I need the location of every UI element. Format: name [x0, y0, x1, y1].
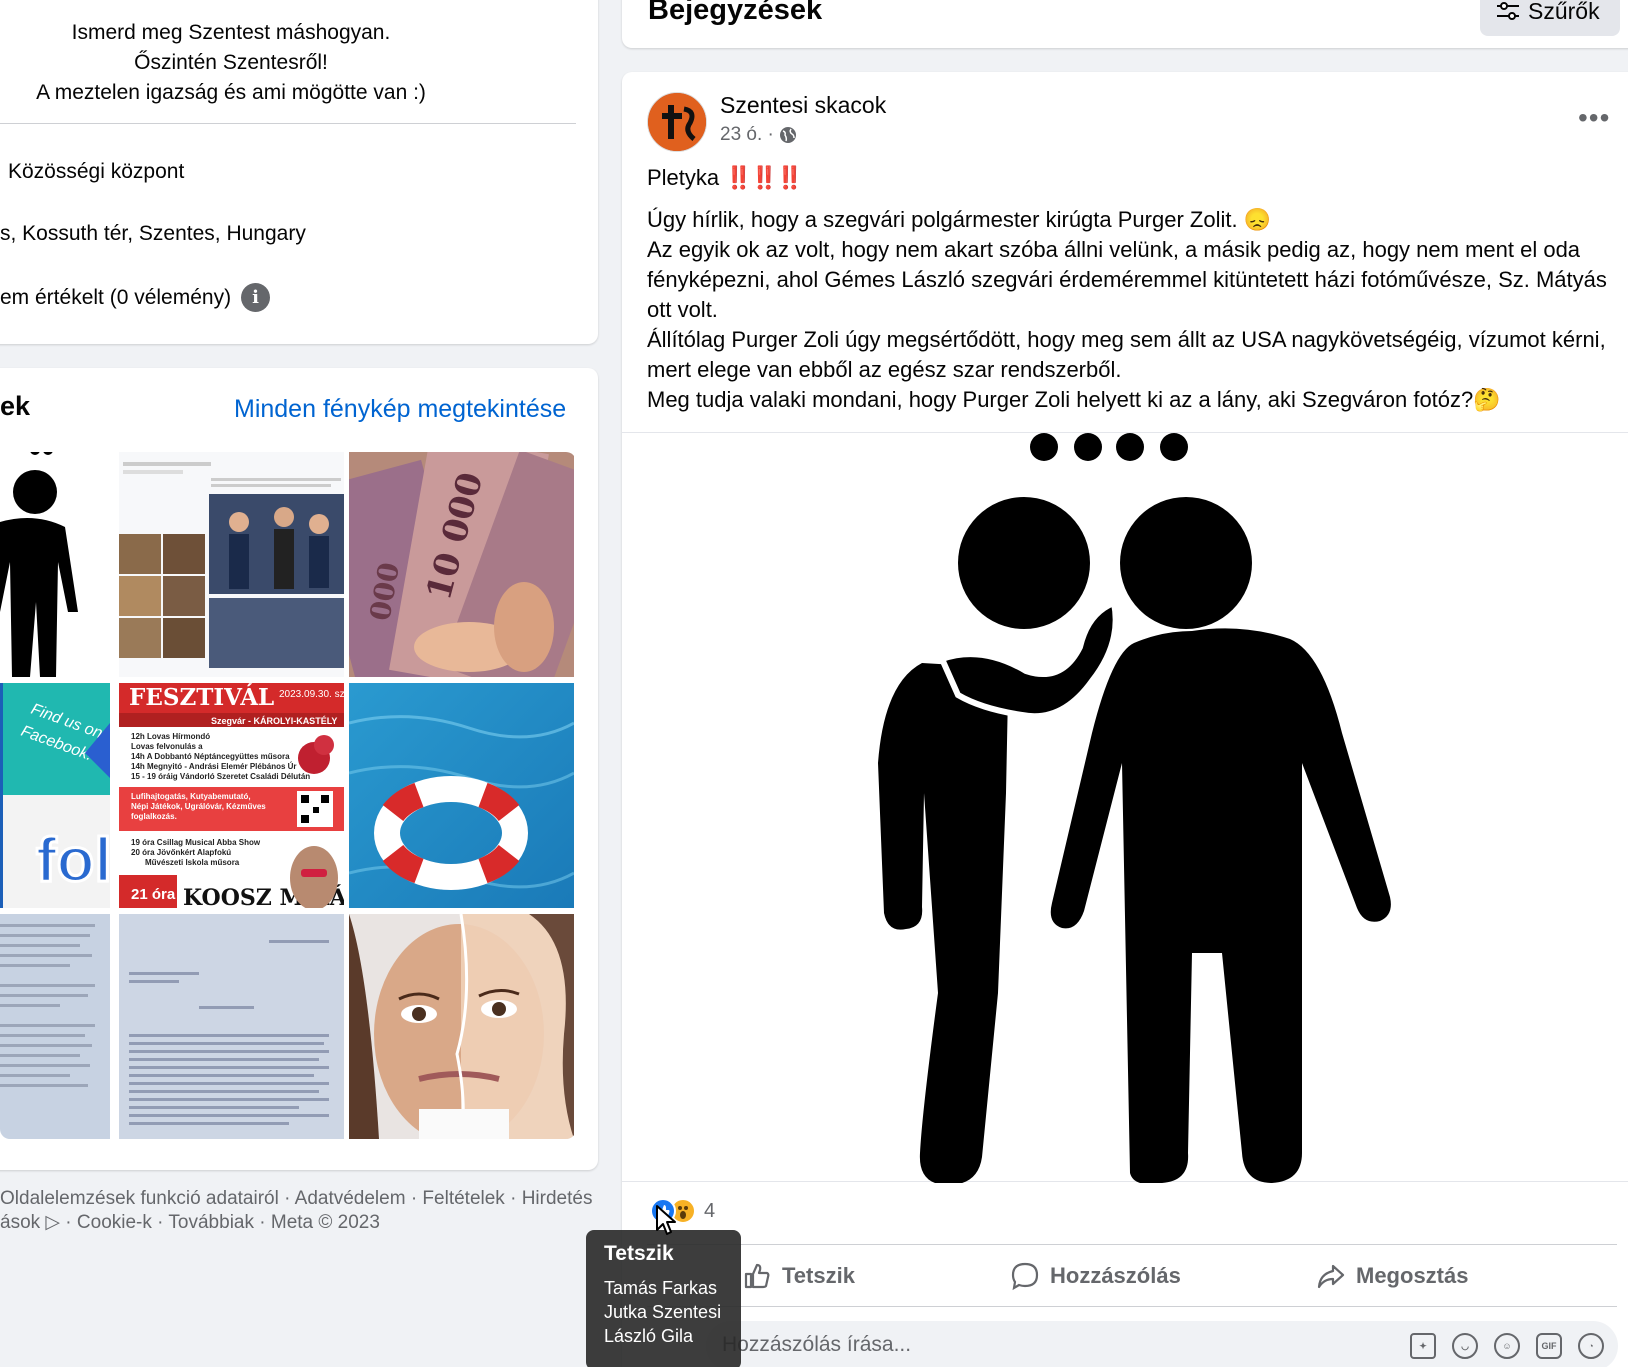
mouse-cursor-icon [656, 1205, 676, 1235]
page-bio: Ismerd meg Szentest máshogyan. Őszintén … [0, 18, 462, 108]
bio-line: Őszintén Szentesről! [134, 51, 328, 74]
address-label: s, Kossuth tér, Szentes, Hungary [0, 222, 306, 245]
bio-line: Ismerd meg Szentest máshogyan. [71, 21, 391, 44]
post-text: Pletyka ‼️‼️‼️ Úgy hírlik, hogy a szegvá… [647, 163, 1617, 415]
whispering-figures-image [878, 433, 1391, 1185]
like-button[interactable]: Tetszik [742, 1255, 855, 1297]
facebook-tile-follow: foll [36, 826, 110, 895]
post-paragraph: Meg tudja valaki mondani, hogy Purger Zo… [647, 387, 1501, 412]
thumbs-up-icon [744, 1263, 770, 1289]
photo-post-collage[interactable] [119, 452, 344, 677]
more-options-icon[interactable]: ••• [1578, 102, 1610, 134]
poster-line: 14h A Dobbantó Néptáncegyüttes műsora [131, 752, 290, 761]
poster-line: 19 óra Csillag Musical Abba Show [131, 838, 261, 847]
photo-grid: 10 000 000 Find us on Facebook! foll FES… [0, 452, 576, 1139]
post-author[interactable]: Szentesi skacok [720, 92, 886, 119]
reactions-tooltip: Tetszik Tamás Farkas Jutka Szentesi Lász… [586, 1230, 741, 1367]
rating-label: em értékelt (0 vélemény) [0, 285, 232, 309]
sticker-face-icon[interactable]: ◔ [1578, 1333, 1604, 1359]
poster-line: Népi Játékok, Ugrálóvár, Kézműves [131, 802, 266, 811]
photo-document-2[interactable] [119, 914, 344, 1139]
poster-line: 20 óra Jövőnkért Alapfokú [131, 848, 231, 857]
post-headline: Pletyka [647, 165, 720, 190]
gif-icon[interactable]: GIF [1536, 1333, 1562, 1359]
filters-label: Szűrők [1528, 0, 1600, 24]
tooltip-name: Jutka Szentesi [604, 1302, 722, 1322]
share-arrow-icon [1317, 1264, 1345, 1289]
comment-placeholder[interactable]: Hozzászólás írása... [722, 1333, 911, 1357]
photo-find-us-facebook[interactable]: Find us on Facebook! foll [0, 683, 110, 908]
reaction-count[interactable]: 4 [704, 1200, 715, 1223]
photo-banknotes[interactable]: 10 000 000 [349, 452, 574, 677]
double-exclamation-icons: ‼️‼️‼️ [725, 165, 803, 190]
footer-links[interactable]: Oldalelemzések funkció adatairól · Adatv… [0, 1187, 600, 1235]
post-time[interactable]: 23 ó. · [720, 124, 774, 146]
bio-line: A meztelen igazság és ami mögötte van :) [36, 81, 426, 104]
globe-icon [779, 127, 796, 143]
poster-bottom-time: 21 óra [131, 886, 176, 903]
divider [647, 1306, 1617, 1307]
rating-row: em értékelt (0 vélemény) i [0, 283, 271, 312]
poster-line: 14h Megnyitó - Andrási Elemér Plébános Ú… [131, 762, 297, 771]
post-headline-row: Pletyka ‼️‼️‼️ [647, 163, 1617, 193]
poster-line: Művészeti Iskola műsora [145, 858, 240, 867]
photos-title: ek [0, 391, 31, 421]
filters-button[interactable]: Szűrők [1480, 0, 1620, 36]
comment-label: Hozzászólás [1050, 1263, 1181, 1288]
poster-line: Lufihajtogatás, Kutyabemutató, [131, 792, 251, 801]
photo-life-ring[interactable] [349, 683, 574, 908]
document-image [119, 914, 344, 1139]
divider [647, 1244, 1617, 1245]
page-logo-icon [648, 93, 706, 151]
poster-title: FESZTIVÁL [129, 684, 274, 711]
photo-woman-face[interactable] [349, 914, 574, 1139]
tooltip-name: Tamás Farkas [604, 1278, 718, 1298]
divider [0, 123, 576, 124]
poster-date: 2023.09.30. szombat [279, 689, 344, 700]
address-row: s, Kossuth tér, Szentes, Hungary [0, 222, 306, 246]
silhouette-figure-icon [0, 452, 78, 677]
avatar[interactable] [647, 92, 707, 152]
emoji-icon[interactable]: ☺ [1494, 1333, 1520, 1359]
sticker-icon[interactable]: ◡ [1452, 1333, 1478, 1359]
poster-line: 12h Lovas Hírmondó [131, 732, 210, 741]
post-paragraph: Az egyik ok az volt, hogy nem akart szób… [647, 237, 1607, 322]
share-label: Megosztás [1356, 1263, 1469, 1288]
document-image [0, 914, 110, 1139]
poster-line: 15 - 19 óráig Vándorló Szeretet Családi … [131, 772, 310, 781]
collage-image [119, 452, 344, 677]
poster-line: Lovas felvonulás a [131, 742, 203, 751]
see-all-photos-link[interactable]: Minden fénykép megtekintése [234, 395, 566, 424]
poster-subtitle: Szegvár - KÁROLYI-KASTÉLY [211, 716, 337, 726]
avatar-sticker-icon[interactable]: ✦ [1410, 1333, 1436, 1359]
comment-bubble-icon [1011, 1262, 1039, 1291]
share-button[interactable]: Megosztás [1316, 1255, 1468, 1297]
photo-fesztival-poster[interactable]: FESZTIVÁL 2023.09.30. szombat Szegvár - … [119, 683, 344, 908]
post-paragraph: Úgy hírlik, hogy a szegvári polgármester… [647, 207, 1272, 232]
footer-line[interactable]: Oldalelemzések funkció adatairól · Adatv… [0, 1187, 600, 1211]
post-paragraph: Állítólag Purger Zoli úgy megsértődött, … [647, 327, 1606, 382]
footer-line[interactable]: ások ▷ · Cookie-k · Továbbiak · Meta © 2… [0, 1211, 600, 1235]
tooltip-title: Tetszik [604, 1242, 674, 1265]
fesztival-poster-image: FESZTIVÁL 2023.09.30. szombat Szegvár - … [119, 683, 344, 908]
photo-document-1[interactable] [0, 914, 110, 1139]
life-ring-image [349, 683, 574, 908]
post-image[interactable] [622, 432, 1628, 1185]
banknotes-image: 10 000 000 [349, 452, 574, 677]
info-icon[interactable]: i [241, 283, 271, 312]
category-label[interactable]: Közösségi központ [8, 160, 184, 184]
like-label: Tetszik [782, 1263, 855, 1288]
filter-sliders-icon [1497, 2, 1519, 20]
comment-tools: ✦ ◡ ☺ GIF ◔ [1410, 1333, 1604, 1359]
comment-button[interactable]: Hozzászólás [1010, 1255, 1181, 1297]
posts-title: Bejegyzések [648, 0, 823, 26]
poster-line: foglalkozás. [131, 812, 177, 821]
face-image [349, 914, 574, 1139]
photo-silhouette[interactable] [0, 452, 110, 677]
facebook-promo-image: Find us on Facebook! foll [0, 683, 110, 908]
tooltip-name: László Gila [604, 1326, 694, 1346]
post-meta: 23 ó. · [720, 124, 797, 146]
category-row[interactable]: Közösségi központ [0, 160, 184, 184]
